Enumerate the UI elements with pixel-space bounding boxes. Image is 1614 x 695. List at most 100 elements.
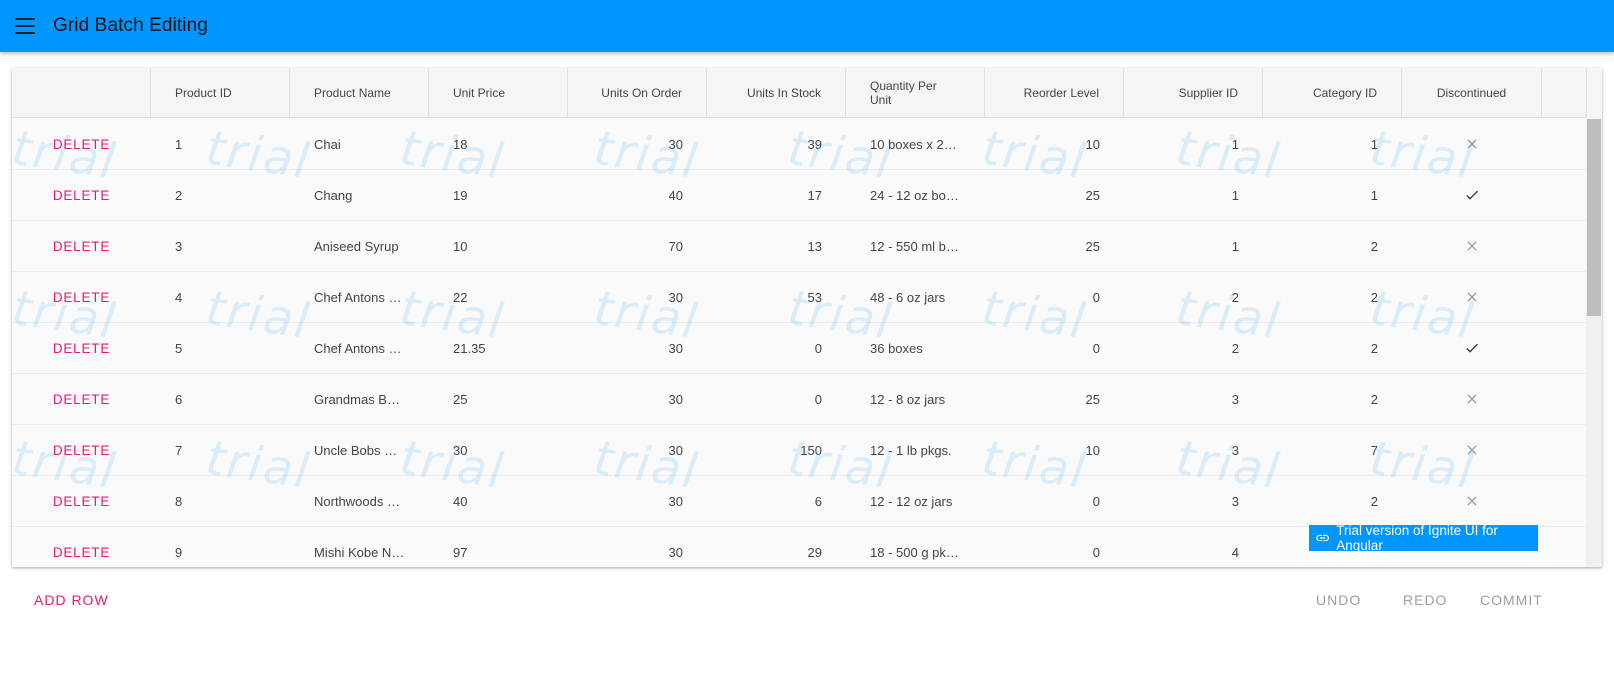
table-row[interactable]: DELETE 2 Chang 19 40 17 24 - 12 oz bottl... 25 1…	[12, 170, 1586, 221]
cell-product-id[interactable]: 1	[151, 119, 290, 169]
cell-reorder-level[interactable]: 25	[985, 221, 1124, 271]
cell-product-id[interactable]: 3	[151, 221, 290, 271]
cell-product-id[interactable]: 6	[151, 374, 290, 424]
column-header-category-id[interactable]: Category ID	[1263, 68, 1402, 118]
table-row[interactable]: DELETE 5 Chef Antons Gu... 21.35 30 0 36 boxes…	[12, 323, 1586, 374]
cell-product-id[interactable]: 5	[151, 323, 290, 373]
cell-quantity-per-unit[interactable]: 48 - 6 oz jars	[846, 272, 985, 322]
cell-unit-price[interactable]: 30	[429, 425, 568, 475]
cell-units-on-order[interactable]: 30	[568, 425, 707, 475]
cell-product-id[interactable]: 4	[151, 272, 290, 322]
delete-row-button[interactable]: DELETE	[53, 137, 110, 152]
trial-version-link[interactable]: Trial version of Ignite UI for Angular	[1309, 523, 1538, 553]
cell-supplier-id[interactable]: 2	[1124, 272, 1263, 322]
delete-row-button[interactable]: DELETE	[53, 494, 110, 509]
table-row[interactable]: DELETE 8 Northwoods Cr... 40 30 6 12 - 12 oz j…	[12, 476, 1586, 527]
column-header-reorder-level[interactable]: Reorder Level	[985, 68, 1124, 118]
cell-units-on-order[interactable]: 30	[568, 323, 707, 373]
cell-product-name[interactable]: Uncle Bobs Org...	[290, 425, 429, 475]
scrollbar-thumb[interactable]	[1587, 119, 1601, 316]
cell-product-name[interactable]: Chai	[290, 119, 429, 169]
cell-product-id[interactable]: 9	[151, 527, 290, 567]
cell-quantity-per-unit[interactable]: 12 - 1 lb pkgs.	[846, 425, 985, 475]
table-row[interactable]: DELETE 7 Uncle Bobs Org... 30 30 150 12 - 1 lb…	[12, 425, 1586, 476]
commit-button[interactable]: COMMIT	[1480, 592, 1543, 608]
cell-unit-price[interactable]: 25	[429, 374, 568, 424]
cell-quantity-per-unit[interactable]: 12 - 550 ml bo...	[846, 221, 985, 271]
vertical-scrollbar[interactable]	[1586, 119, 1602, 567]
cell-unit-price[interactable]: 21.35	[429, 323, 568, 373]
cell-reorder-level[interactable]: 0	[985, 272, 1124, 322]
cell-category-id[interactable]: 1	[1263, 170, 1402, 220]
cell-units-in-stock[interactable]: 17	[707, 170, 846, 220]
cell-category-id[interactable]: 2	[1263, 374, 1402, 424]
cell-reorder-level[interactable]: 0	[985, 527, 1124, 567]
cell-units-in-stock[interactable]: 53	[707, 272, 846, 322]
delete-row-button[interactable]: DELETE	[53, 341, 110, 356]
cell-reorder-level[interactable]: 0	[985, 476, 1124, 526]
cell-units-on-order[interactable]: 30	[568, 272, 707, 322]
cell-discontinued[interactable]	[1402, 272, 1542, 322]
cell-quantity-per-unit[interactable]: 24 - 12 oz bottl...	[846, 170, 985, 220]
cell-discontinued[interactable]	[1402, 476, 1542, 526]
cell-reorder-level[interactable]: 0	[985, 323, 1124, 373]
delete-row-button[interactable]: DELETE	[53, 290, 110, 305]
cell-product-name[interactable]: Chang	[290, 170, 429, 220]
column-header-product-id[interactable]: Product ID	[151, 68, 290, 118]
cell-supplier-id[interactable]: 1	[1124, 221, 1263, 271]
delete-row-button[interactable]: DELETE	[53, 392, 110, 407]
table-row[interactable]: DELETE 4Chef Antons Ca...22305348 - 6 oz …	[12, 272, 1586, 323]
cell-units-in-stock[interactable]: 39	[707, 119, 846, 169]
cell-category-id[interactable]: 2	[1263, 221, 1402, 271]
column-header-discontinued[interactable]: Discontinued	[1402, 68, 1542, 118]
cell-supplier-id[interactable]: 2	[1124, 323, 1263, 373]
cell-units-in-stock[interactable]: 150	[707, 425, 846, 475]
cell-units-on-order[interactable]: 70	[568, 221, 707, 271]
delete-row-button[interactable]: DELETE	[53, 545, 110, 560]
cell-product-name[interactable]: Grandmas Boy...	[290, 374, 429, 424]
cell-units-on-order[interactable]: 30	[568, 476, 707, 526]
cell-unit-price[interactable]: 97	[429, 527, 568, 567]
menu-icon[interactable]	[15, 18, 35, 34]
cell-discontinued[interactable]	[1402, 374, 1542, 424]
cell-units-in-stock[interactable]: 0	[707, 374, 846, 424]
cell-category-id[interactable]: 7	[1263, 425, 1402, 475]
cell-product-id[interactable]: 8	[151, 476, 290, 526]
cell-category-id[interactable]: 2	[1263, 476, 1402, 526]
add-row-button[interactable]: ADD ROW	[34, 592, 109, 608]
cell-supplier-id[interactable]: 3	[1124, 374, 1263, 424]
table-row[interactable]: DELETE 6 Grandmas Boy... 25 30 0 12 - 8 oz jar…	[12, 374, 1586, 425]
cell-product-name[interactable]: Chef Antons Ca...	[290, 272, 429, 322]
cell-unit-price[interactable]: 18	[429, 119, 568, 169]
cell-product-id[interactable]: 2	[151, 170, 290, 220]
cell-product-name[interactable]: Mishi Kobe Niku	[290, 527, 429, 567]
column-header-units-in-stock[interactable]: Units In Stock	[707, 68, 846, 118]
cell-unit-price[interactable]: 19	[429, 170, 568, 220]
cell-reorder-level[interactable]: 25	[985, 374, 1124, 424]
cell-unit-price[interactable]: 22	[429, 272, 568, 322]
cell-supplier-id[interactable]: 1	[1124, 119, 1263, 169]
cell-discontinued[interactable]	[1402, 119, 1542, 169]
cell-units-on-order[interactable]: 30	[568, 527, 707, 567]
undo-button[interactable]: UNDO	[1316, 592, 1361, 608]
cell-unit-price[interactable]: 10	[429, 221, 568, 271]
cell-quantity-per-unit[interactable]: 10 boxes x 20 b...	[846, 119, 985, 169]
cell-category-id[interactable]: 1	[1263, 119, 1402, 169]
cell-quantity-per-unit[interactable]: 12 - 12 oz jars	[846, 476, 985, 526]
cell-product-name[interactable]: Chef Antons Gu...	[290, 323, 429, 373]
cell-supplier-id[interactable]: 1	[1124, 170, 1263, 220]
cell-units-in-stock[interactable]: 13	[707, 221, 846, 271]
cell-product-name[interactable]: Northwoods Cr...	[290, 476, 429, 526]
column-header-delete[interactable]	[12, 68, 151, 118]
cell-category-id[interactable]: 2	[1263, 323, 1402, 373]
column-header-unit-price[interactable]: Unit Price	[429, 68, 568, 118]
column-header-units-on-order[interactable]: Units On Order	[568, 68, 707, 118]
cell-discontinued[interactable]	[1402, 323, 1542, 373]
cell-supplier-id[interactable]: 3	[1124, 425, 1263, 475]
cell-product-id[interactable]: 7	[151, 425, 290, 475]
cell-reorder-level[interactable]: 25	[985, 170, 1124, 220]
cell-reorder-level[interactable]: 10	[985, 119, 1124, 169]
cell-units-on-order[interactable]: 30	[568, 374, 707, 424]
table-row[interactable]: DELETE 1 Chai 18 30 39 10 boxes x 20 b... 10 1 1	[12, 119, 1586, 170]
cell-quantity-per-unit[interactable]: 12 - 8 oz jars	[846, 374, 985, 424]
